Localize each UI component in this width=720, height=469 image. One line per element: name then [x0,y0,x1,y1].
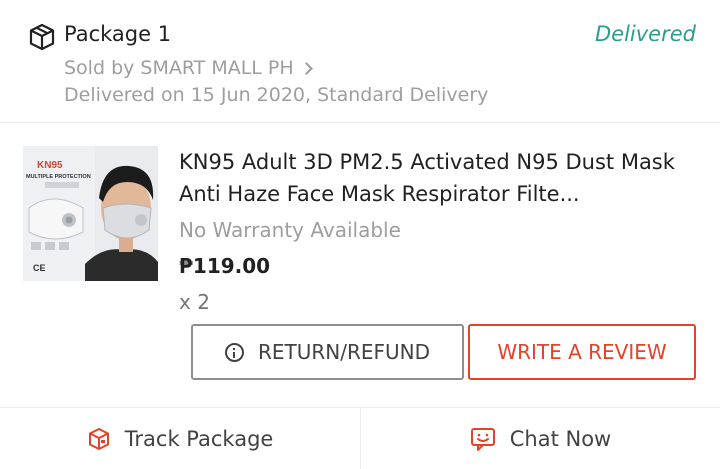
chat-icon [470,427,496,451]
divider [0,122,720,123]
return-refund-button[interactable]: RETURN/REFUND [191,324,464,380]
package-header: Package 1 Delivered Sold by SMART MALL P… [0,0,720,122]
info-icon [224,342,244,362]
chat-now-button[interactable]: Chat Now [361,408,720,469]
chat-now-label: Chat Now [509,426,612,451]
package-box-icon [28,23,56,51]
image-brand-text: KN95 [37,160,63,171]
warranty-info: No Warranty Available [179,218,401,242]
image-tagline-text: MULTIPLE PROTECTION [26,174,91,180]
write-review-button[interactable]: WRITE A REVIEW [468,324,696,380]
seller-link[interactable]: Sold by SMART MALL PH [64,57,313,79]
product-name-link[interactable]: KN95 Adult 3D PM2.5 Activated N95 Dust M… [179,146,679,210]
return-refund-label: RETURN/REFUND [257,340,431,364]
product-quantity: x 2 [179,290,210,314]
package-title: Package 1 [64,22,172,46]
chevron-right-icon [299,61,313,75]
product-image[interactable]: KN95 MULTIPLE PROTECTION CE [23,146,158,281]
track-package-icon [87,427,111,451]
delivery-status-badge: Delivered [595,22,696,46]
image-ce-mark: CE [33,263,46,273]
seller-name: Sold by SMART MALL PH [64,57,294,79]
track-package-label: Track Package [124,426,274,451]
write-review-label: WRITE A REVIEW [497,340,667,364]
product-price: ₱119.00 [179,254,271,278]
track-package-button[interactable]: Track Package [0,408,360,469]
package-footer: Track Package Chat Now [0,408,720,469]
delivery-info: Delivered on 15 Jun 2020, Standard Deliv… [64,84,489,106]
